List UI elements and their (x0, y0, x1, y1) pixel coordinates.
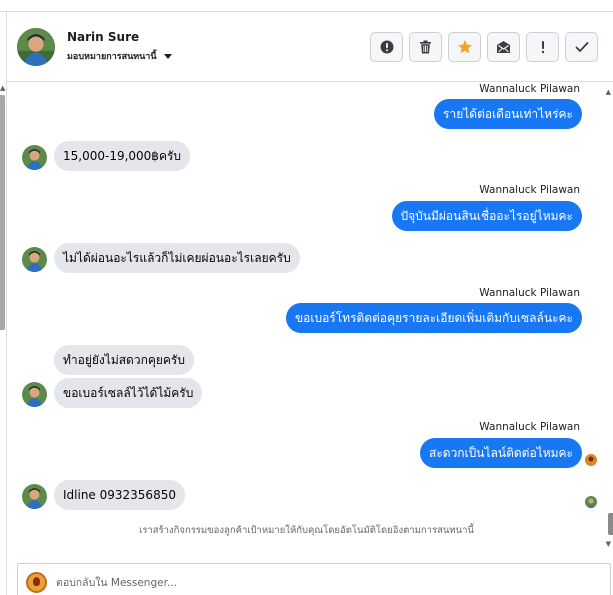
mark-done-button[interactable] (565, 32, 598, 62)
contact-avatar-small (22, 484, 47, 509)
sender-name: Wannaluck Pilawan (479, 421, 580, 433)
star-button[interactable] (448, 32, 481, 62)
reply-input[interactable] (56, 572, 576, 594)
right-scroll-down-icon[interactable]: ▼ (606, 540, 611, 548)
follow-up-button[interactable] (526, 32, 559, 62)
left-scrollbar-thumb[interactable] (0, 95, 5, 330)
reply-composer (17, 563, 611, 595)
header-toolbar (370, 32, 598, 62)
envelope-icon (497, 41, 510, 53)
outgoing-message[interactable]: ขอเบอร์โทรติดต่อคุยรายละเอียดเพิ่มเติมกั… (285, 303, 582, 333)
seen-avatar-icon (585, 496, 597, 508)
incoming-message[interactable]: ไม่ได้ผ่อนอะไรแล้วก็ไม่เคยผ่อนอะไรเลยครั… (54, 243, 300, 273)
assign-conversation-dropdown[interactable]: มอบหมายการสนทนานี้ (67, 49, 172, 63)
seen-avatar-icon (585, 454, 597, 466)
star-icon (457, 40, 472, 54)
left-scroll-up-icon[interactable]: ▲ (0, 84, 5, 92)
incoming-message[interactable]: ขอเบอร์เซลล์ไว้ได้ไม้ครับ (54, 378, 203, 408)
incoming-message[interactable]: ทำอยู่ยังไม่สดวกคุยครับ (54, 345, 194, 375)
incoming-message[interactable]: Idline 0932356850 (54, 480, 185, 510)
contact-name[interactable]: Narin Sure (67, 30, 139, 44)
incoming-message[interactable]: 15,000-19,000฿ครับ (54, 141, 191, 171)
contact-avatar[interactable] (17, 28, 55, 66)
messenger-conversation-panel: ▲ Narin Sure มอบหมายการสนทนานี้ ▲ ▼ Wann… (0, 0, 613, 595)
assign-conversation-label: มอบหมายการสนทนานี้ (67, 52, 157, 62)
sender-name: Wannaluck Pilawan (479, 287, 580, 299)
outgoing-message[interactable]: ปัจุบันมีผ่อนสินเชื่ออะไรอยู่ไหมคะ (391, 201, 582, 231)
avatar-photo (17, 28, 55, 66)
mark-unread-button[interactable] (487, 32, 520, 62)
outgoing-message[interactable]: สะดวกเป็นไลน์ติดต่อไหมคะ (420, 438, 582, 468)
contact-avatar-small (22, 247, 47, 272)
spam-button[interactable] (370, 32, 403, 62)
contact-avatar-small (22, 382, 47, 407)
trash-icon (420, 40, 431, 54)
sender-name: Wannaluck Pilawan (479, 83, 580, 95)
contact-avatar-small (22, 145, 47, 170)
auto-activity-notice: เราสร้างกิจกรรมของลูกค้าเป้าหมายให้กับคุ… (139, 525, 474, 536)
checkmark-icon (575, 42, 588, 52)
chevron-down-icon (163, 53, 172, 59)
outgoing-message[interactable]: รายได้ต่อเดือนเท่าไหร่คะ (434, 99, 582, 129)
page-avatar-icon (26, 572, 47, 593)
conversation-header: Narin Sure มอบหมายการสนทนานี้ (7, 12, 613, 82)
exclamation-icon (541, 41, 544, 54)
alert-circle-icon (380, 40, 393, 54)
delete-button[interactable] (409, 32, 442, 62)
right-scroll-up-icon[interactable]: ▲ (606, 88, 611, 96)
left-divider (6, 12, 7, 595)
sender-name: Wannaluck Pilawan (479, 184, 580, 196)
